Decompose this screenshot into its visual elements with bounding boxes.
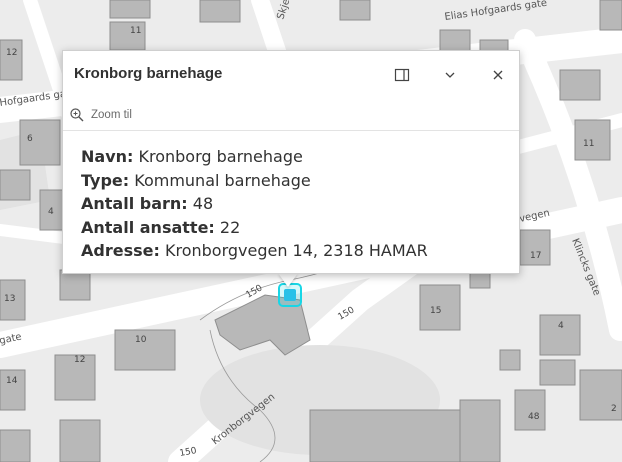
- house-number: 48: [528, 412, 540, 422]
- house-number: 12: [74, 355, 85, 365]
- attribute-row: Navn: Kronborg barnehage: [81, 145, 428, 169]
- playground-icon: [284, 289, 296, 301]
- house-number: 11: [583, 139, 594, 149]
- attribute-row: Antall ansatte: 22: [81, 216, 428, 240]
- chevron-down-icon: [445, 72, 455, 78]
- attribute-value: 22: [219, 217, 241, 237]
- zoom-to-label: Zoom til: [91, 109, 132, 121]
- close-icon: [493, 70, 503, 80]
- house-number: 4: [558, 321, 564, 331]
- collapse-button[interactable]: [438, 63, 462, 87]
- house-number: 13: [4, 294, 15, 304]
- attribute-key: Type:: [81, 170, 130, 190]
- attribute-value: Kronborg barnehage: [138, 147, 303, 166]
- attribute-row: Adresse: Kronborgvegen 14, 2318 HAMAR: [81, 239, 428, 263]
- attribute-value: Kommunal barnehage: [134, 170, 311, 190]
- dock-button[interactable]: [390, 63, 414, 87]
- attribute-key: Antall ansatte:: [81, 217, 215, 237]
- house-number: 15: [430, 306, 441, 316]
- house-number: 11: [130, 26, 141, 36]
- house-number: 17: [530, 251, 541, 261]
- attribute-value: Kronborgvegen 14, 2318 HAMAR: [164, 241, 428, 260]
- dock-icon: [394, 68, 410, 82]
- house-number: 10: [135, 335, 147, 345]
- house-number: 6: [27, 134, 33, 144]
- popup-pointer: [278, 273, 298, 287]
- popup-actions: Zoom til: [63, 99, 519, 131]
- attribute-key: Adresse:: [81, 241, 160, 260]
- attribute-value: 48: [192, 194, 214, 213]
- house-number: 14: [6, 376, 18, 386]
- popup-header: Kronborg barnehage: [63, 51, 519, 99]
- zoom-to-button[interactable]: Zoom til: [69, 105, 132, 125]
- house-number: 4: [48, 207, 54, 217]
- zoom-in-icon: [70, 108, 84, 122]
- attribute-row: Type: Kommunal barnehage: [81, 169, 428, 193]
- feature-popup: Kronborg barnehage Zoom til Navn: Kronbo…: [62, 50, 520, 274]
- attribute-key: Navn:: [81, 147, 134, 166]
- attribute-key: Antall barn:: [81, 194, 188, 213]
- popup-title: Kronborg barnehage: [74, 65, 223, 82]
- house-number: 2: [611, 404, 617, 414]
- house-number: 12: [6, 48, 17, 58]
- popup-content: Navn: Kronborg barnehage Type: Kommunal …: [81, 145, 428, 263]
- close-button[interactable]: [486, 63, 510, 87]
- attribute-row: Antall barn: 48: [81, 192, 428, 216]
